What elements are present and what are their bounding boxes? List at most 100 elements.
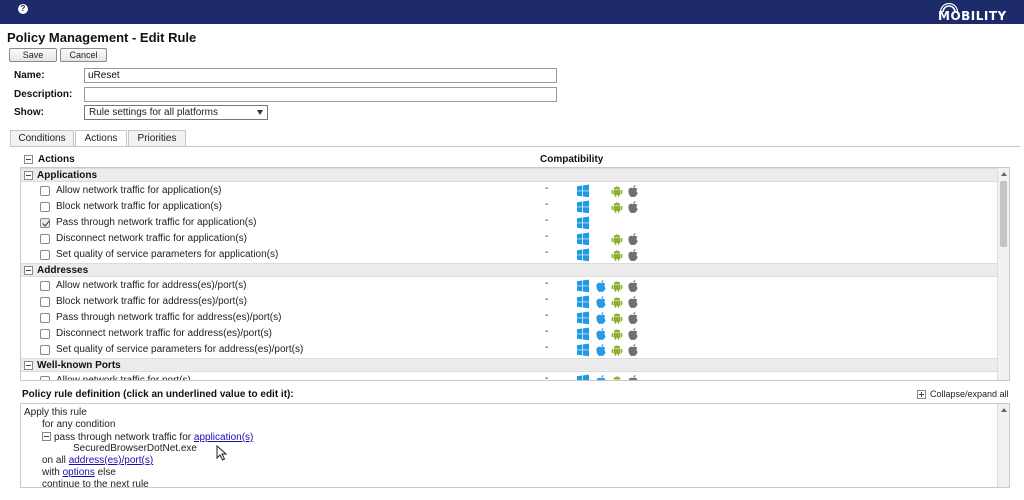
action-checkbox[interactable] <box>40 313 50 323</box>
windows-icon <box>576 295 590 309</box>
action-checkbox[interactable] <box>40 234 50 244</box>
macos-apple-icon <box>626 279 640 293</box>
tab-actions[interactable]: Actions <box>75 130 127 147</box>
ios-apple-icon <box>594 374 608 380</box>
tab-divider <box>10 146 1020 147</box>
ios-apple-icon <box>594 327 608 341</box>
action-row[interactable]: Disconnect network traffic for address(e… <box>21 326 998 342</box>
windows-icon <box>576 248 590 262</box>
top-bar: ? MOBILITY <box>0 0 1024 24</box>
name-input[interactable]: uReset <box>84 68 557 83</box>
compat-dash: - <box>545 294 549 305</box>
logo-text: MOBILITY <box>938 9 1007 23</box>
addresses-ports-link[interactable]: address(es)/port(s) <box>69 455 153 466</box>
macos-apple-icon <box>626 184 640 198</box>
tab-priorities[interactable]: Priorities <box>128 130 186 146</box>
windows-icon <box>576 279 590 293</box>
action-row[interactable]: Allow network traffic for address(es)/po… <box>21 278 998 294</box>
def-line-addresses: on all address(es)/port(s) <box>42 455 153 466</box>
action-label: Allow network traffic for address(es)/po… <box>56 280 247 291</box>
def-line-action: pass through network traffic for applica… <box>42 431 253 443</box>
def-action-text: pass through network traffic for <box>54 432 192 443</box>
collapse-group-icon[interactable] <box>24 171 33 180</box>
action-label: Block network traffic for address(es)/po… <box>56 296 247 307</box>
tab-conditions[interactable]: Conditions <box>10 130 74 146</box>
action-checkbox[interactable] <box>40 250 50 260</box>
action-row[interactable]: Block network traffic for application(s)… <box>21 199 998 215</box>
actions-scrollbar[interactable] <box>997 168 1009 380</box>
action-checkbox[interactable] <box>40 281 50 291</box>
actions-header: Actions Compatibility <box>20 152 1010 166</box>
ios-apple-icon <box>594 295 608 309</box>
compat-dash: - <box>545 310 549 321</box>
compat-dash: - <box>545 326 549 337</box>
collapse-actions-icon[interactable] <box>24 155 33 164</box>
group-name: Addresses <box>37 265 89 276</box>
android-icon <box>610 232 624 246</box>
android-icon <box>610 184 624 198</box>
android-icon <box>610 248 624 262</box>
action-label: Set quality of service parameters for ad… <box>56 344 304 355</box>
android-icon <box>610 200 624 214</box>
collapse-group-icon[interactable] <box>24 361 33 370</box>
def-options-prefix: with <box>42 467 60 478</box>
action-row[interactable]: Allow network traffic for application(s)… <box>21 183 998 199</box>
scrollbar-thumb[interactable] <box>1000 181 1007 247</box>
group-header[interactable]: Applications <box>21 168 998 182</box>
action-checkbox[interactable] <box>40 202 50 212</box>
action-checkbox[interactable] <box>40 186 50 196</box>
action-checkbox[interactable] <box>40 376 50 380</box>
group-name: Well-known Ports <box>37 360 121 371</box>
compat-dash: - <box>545 231 549 242</box>
compat-dash: - <box>545 199 549 210</box>
help-icon[interactable]: ? <box>18 4 28 14</box>
macos-apple-icon <box>626 327 640 341</box>
action-row[interactable]: Disconnect network traffic for applicati… <box>21 231 998 247</box>
def-line-continue: continue to the next rule <box>42 479 149 488</box>
scroll-up-icon[interactable] <box>1001 408 1007 412</box>
rule-definition-heading: Policy rule definition (click an underli… <box>22 389 294 400</box>
windows-icon <box>576 184 590 198</box>
action-row[interactable]: Allow network traffic for port(s) - <box>21 373 998 380</box>
actions-list[interactable]: Applications Allow network traffic for ap… <box>20 167 1010 381</box>
collapse-action-icon[interactable] <box>42 432 51 441</box>
applications-link[interactable]: application(s) <box>194 432 253 443</box>
collapse-expand-label: Collapse/expand all <box>930 389 1009 399</box>
mobility-logo: MOBILITY <box>934 0 1020 24</box>
mouse-cursor-icon <box>216 445 228 461</box>
windows-icon <box>576 232 590 246</box>
name-label: Name: <box>14 70 45 81</box>
windows-icon <box>576 200 590 214</box>
action-checkbox[interactable] <box>40 345 50 355</box>
action-checkbox[interactable] <box>40 329 50 339</box>
action-checkbox[interactable] <box>40 218 50 228</box>
action-checkbox[interactable] <box>40 297 50 307</box>
action-row[interactable]: Pass through network traffic for applica… <box>21 215 998 231</box>
definition-scrollbar[interactable] <box>997 404 1009 487</box>
group-header[interactable]: Well-known Ports <box>21 358 998 372</box>
group-name: Applications <box>37 170 98 181</box>
ios-apple-icon <box>594 343 608 357</box>
cancel-button[interactable]: Cancel <box>60 48 107 62</box>
save-button[interactable]: Save <box>9 48 57 62</box>
macos-apple-icon <box>626 248 640 262</box>
action-label: Disconnect network traffic for applicati… <box>56 233 248 244</box>
action-row[interactable]: Pass through network traffic for address… <box>21 310 998 326</box>
windows-icon <box>576 374 590 380</box>
collapse-group-icon[interactable] <box>24 266 33 275</box>
action-row[interactable]: Block network traffic for address(es)/po… <box>21 294 998 310</box>
group-header[interactable]: Addresses <box>21 263 998 277</box>
scroll-up-icon[interactable] <box>1001 172 1007 176</box>
def-addresses-text: on all <box>42 455 66 466</box>
options-link[interactable]: options <box>63 467 95 478</box>
show-select[interactable]: Rule settings for all platforms <box>84 105 268 120</box>
page-title: Policy Management - Edit Rule <box>7 30 197 45</box>
action-row[interactable]: Set quality of service parameters for ad… <box>21 342 998 358</box>
macos-apple-icon <box>626 232 640 246</box>
description-input[interactable] <box>84 87 557 102</box>
expand-icon[interactable] <box>917 390 926 399</box>
def-line-condition: for any condition <box>42 419 116 430</box>
macos-apple-icon <box>626 200 640 214</box>
action-label: Pass through network traffic for address… <box>56 312 282 323</box>
action-row[interactable]: Set quality of service parameters for ap… <box>21 247 998 263</box>
